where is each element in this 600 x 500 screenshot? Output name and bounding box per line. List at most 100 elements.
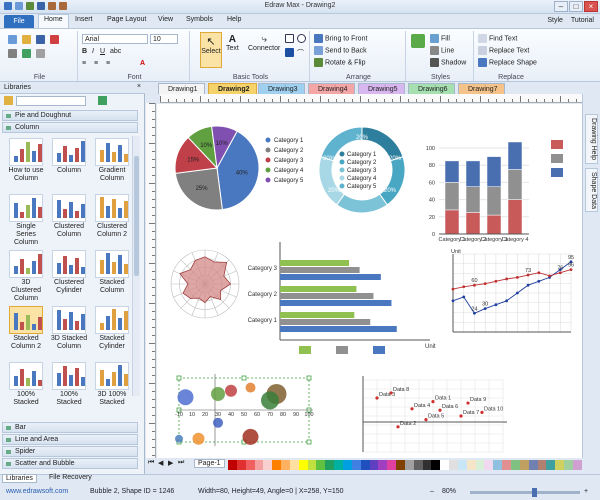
category-pie-doughnut[interactable]: Pie and Doughnut	[2, 110, 138, 121]
zoom-in-icon[interactable]: +	[584, 488, 588, 495]
palette-swatch[interactable]	[431, 460, 441, 470]
publish-icon[interactable]	[22, 49, 31, 58]
tab-page-layout[interactable]: Page Layout	[107, 16, 146, 23]
palette-swatch[interactable]	[351, 460, 361, 470]
library-shape[interactable]: 3D Clustered Column	[6, 250, 46, 303]
style-menu[interactable]: Style	[547, 17, 563, 24]
palette-swatch[interactable]	[334, 460, 343, 470]
palette-swatch[interactable]	[316, 460, 326, 470]
ellipse-tool-icon[interactable]	[297, 34, 308, 43]
palette-swatch[interactable]	[272, 460, 282, 470]
palette-swatch[interactable]	[440, 460, 450, 470]
palette-swatch[interactable]	[493, 460, 503, 470]
library-shape[interactable]: Clustered Column	[49, 194, 89, 239]
rotate-flip-button[interactable]: Rotate & Flip	[314, 58, 365, 67]
first-page-icon[interactable]: ⏮	[148, 459, 154, 467]
palette-swatch[interactable]	[289, 460, 299, 470]
library-add-icon[interactable]	[98, 96, 107, 105]
library-open-icon[interactable]	[4, 96, 13, 105]
doc-tab-6[interactable]: Drawing6	[408, 83, 455, 94]
library-shape[interactable]: 3D 100% Stacked	[92, 362, 132, 407]
quick-style-icon[interactable]	[411, 34, 425, 48]
library-shape[interactable]: How to use Column	[6, 138, 46, 183]
palette-swatch[interactable]	[369, 460, 379, 470]
next-page-icon[interactable]: ▶	[168, 459, 173, 467]
library-shape[interactable]: 100% Stacked	[49, 362, 89, 407]
tab-help[interactable]: Help	[227, 16, 241, 23]
zoom-slider-thumb[interactable]	[532, 488, 537, 497]
connector-tool-button[interactable]: ⤷ Connector	[248, 34, 280, 52]
align-left-icon[interactable]: ≡	[82, 60, 86, 67]
palette-swatch[interactable]	[564, 460, 573, 470]
palette-swatch[interactable]	[528, 460, 538, 470]
close-doc-icon[interactable]	[36, 49, 45, 58]
page-tab[interactable]: Page-1	[194, 459, 225, 468]
palette-swatch[interactable]	[519, 460, 529, 470]
palette-swatch[interactable]	[422, 460, 432, 470]
palette-swatch[interactable]	[475, 460, 485, 470]
palette-swatch[interactable]	[387, 460, 397, 470]
library-shape[interactable]: Clustered Cylinder	[49, 250, 89, 295]
palette-swatch[interactable]	[546, 460, 556, 470]
doc-tab-5[interactable]: Drawing5	[358, 83, 405, 94]
maximize-button[interactable]: □	[569, 1, 583, 12]
doc-tab-7[interactable]: Drawing7	[458, 83, 505, 94]
palette-swatch[interactable]	[413, 460, 423, 470]
palette-swatch[interactable]	[449, 460, 458, 470]
category-bar[interactable]: Bar	[2, 422, 138, 433]
last-page-icon[interactable]: ⏭	[178, 459, 184, 467]
rectangle-tool-icon[interactable]	[285, 34, 296, 43]
font-size-field[interactable]: 10	[150, 34, 178, 44]
palette-swatch[interactable]	[281, 460, 290, 470]
arc-tool-icon[interactable]: ⌒	[297, 48, 304, 58]
fill-button[interactable]: Fill	[430, 34, 450, 43]
palette-swatch[interactable]	[396, 460, 405, 470]
palette-swatch[interactable]	[537, 460, 547, 470]
palette-swatch[interactable]	[555, 460, 565, 470]
library-scroll-thumb[interactable]	[134, 156, 139, 276]
palette-swatch[interactable]	[404, 460, 414, 470]
align-center-icon[interactable]: ≡	[94, 60, 98, 67]
bold-button[interactable]: B	[82, 48, 87, 55]
library-shape[interactable]: Stacked Column	[92, 250, 132, 295]
font-color-icon[interactable]: A	[140, 60, 145, 67]
export-icon[interactable]	[50, 35, 59, 44]
font-name-field[interactable]: Arial	[82, 34, 148, 44]
panel-close-icon[interactable]: ×	[137, 83, 141, 90]
tab-home[interactable]: Home	[38, 14, 69, 28]
category-column[interactable]: Column	[2, 122, 138, 133]
palette-swatch[interactable]	[511, 460, 520, 470]
library-shape[interactable]: 100% Stacked	[6, 362, 46, 407]
doc-tab-3[interactable]: Drawing3	[258, 83, 305, 94]
tab-symbols[interactable]: Symbols	[186, 16, 213, 23]
palette-swatch[interactable]	[342, 460, 352, 470]
file-recovery-tab[interactable]: File Recovery	[46, 474, 95, 481]
zoom-out-icon[interactable]: –	[430, 488, 434, 495]
print-icon[interactable]	[8, 49, 17, 58]
drawing-canvas[interactable]: 40% 25% 15% 10% 10% Category 1 Category 2 Categ…	[157, 104, 582, 458]
bring-to-front-button[interactable]: Bring to Front	[314, 34, 367, 43]
find-text-button[interactable]: Find Text	[478, 34, 517, 43]
palette-swatch[interactable]	[502, 460, 511, 470]
palette-swatch[interactable]	[325, 460, 335, 470]
color-palette[interactable]	[228, 460, 582, 470]
palette-swatch[interactable]	[466, 460, 476, 470]
palette-swatch[interactable]	[378, 460, 388, 470]
underline-button[interactable]: U	[100, 48, 105, 55]
category-spider[interactable]: Spider	[2, 446, 138, 457]
replace-text-button[interactable]: Replace Text	[478, 46, 529, 55]
tab-view[interactable]: View	[158, 16, 173, 23]
palette-swatch[interactable]	[484, 460, 494, 470]
library-shape[interactable]: Stacked Column 2	[6, 306, 46, 351]
palette-swatch[interactable]	[360, 460, 370, 470]
replace-shape-button[interactable]: Replace Shape	[478, 58, 537, 67]
line-tool-icon[interactable]	[285, 48, 296, 57]
open-folder-icon[interactable]	[22, 35, 31, 44]
doc-tab-2[interactable]: Drawing2	[208, 83, 257, 94]
file-tab[interactable]: File	[4, 15, 34, 28]
palette-swatch[interactable]	[254, 460, 264, 470]
library-shape[interactable]: Single Series Column	[6, 194, 46, 247]
send-to-back-button[interactable]: Send to Back	[314, 46, 367, 55]
align-right-icon[interactable]: ≡	[106, 60, 110, 67]
palette-swatch[interactable]	[307, 460, 317, 470]
